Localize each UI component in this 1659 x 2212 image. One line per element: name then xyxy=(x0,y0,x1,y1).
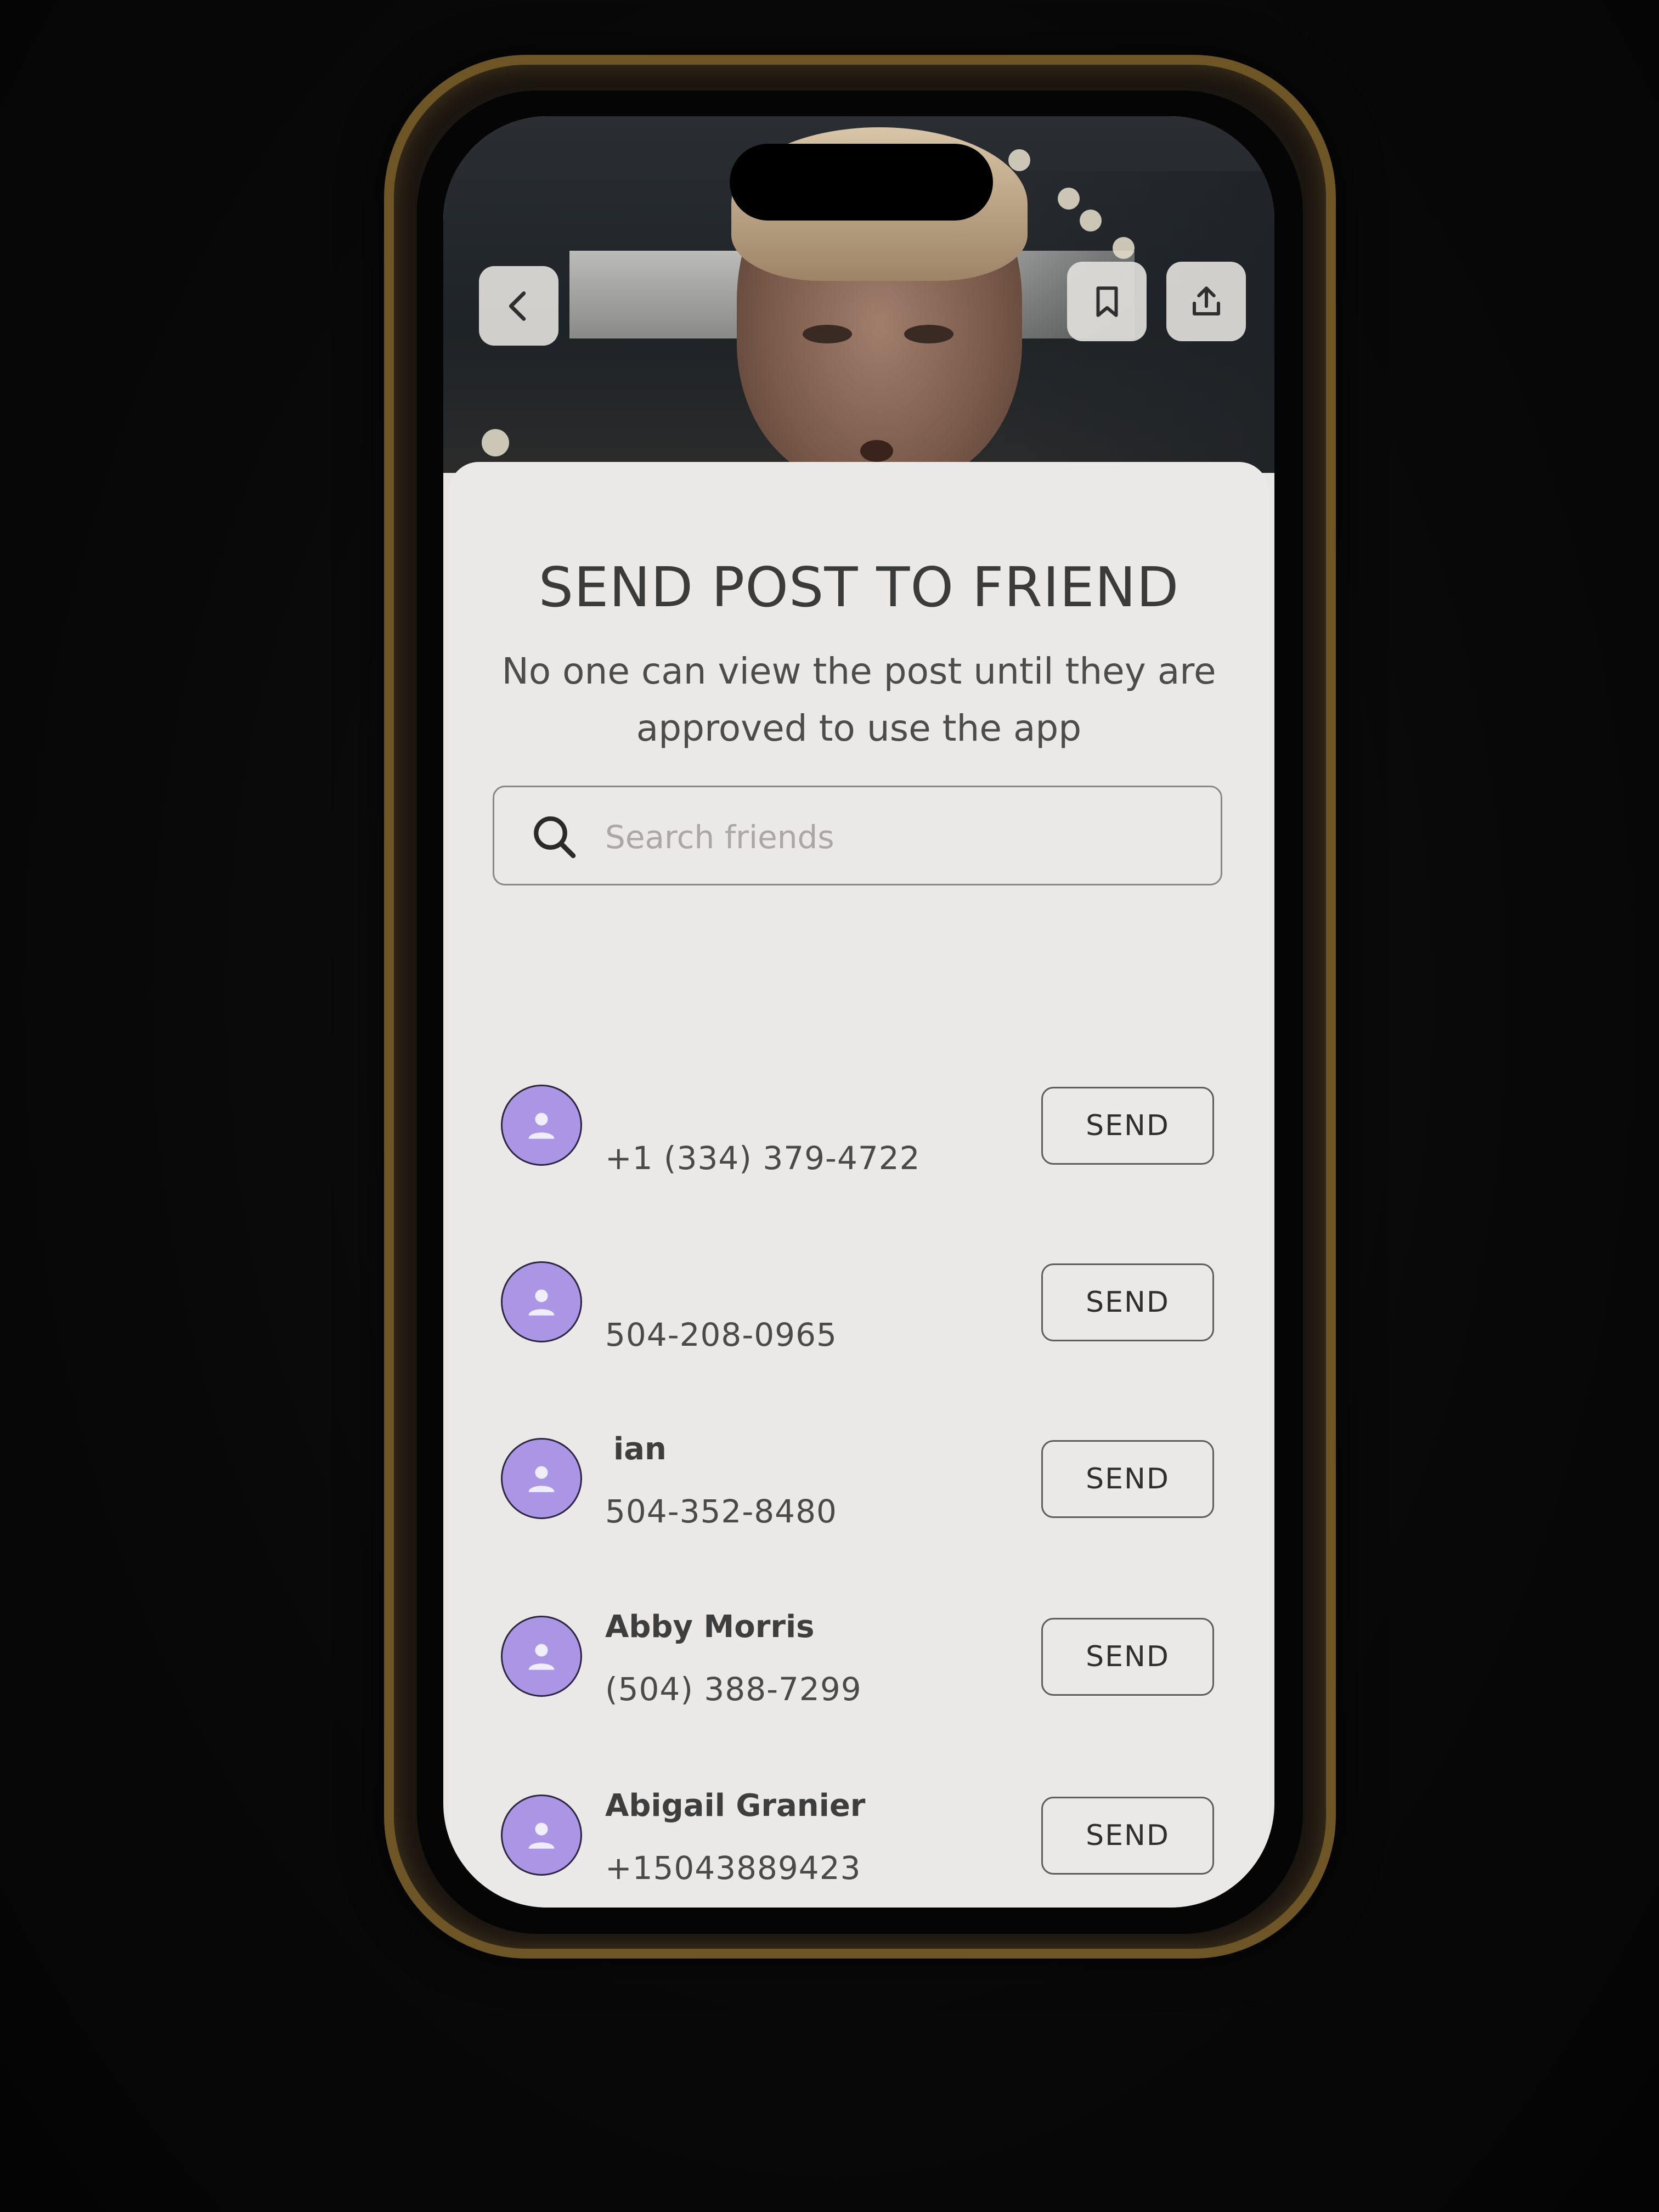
contact-row: +1 (334) 379-4722 SEND xyxy=(449,1063,1269,1189)
bookmark-button[interactable] xyxy=(1067,262,1147,341)
contact-row: Abigail Granier +15043889423 SEND xyxy=(449,1773,1269,1899)
search-input[interactable] xyxy=(604,809,1182,865)
contact-name: Abigail Granier xyxy=(605,1788,866,1824)
avatar xyxy=(501,1261,582,1342)
contact-row: 504-208-0965 SEND xyxy=(449,1239,1269,1365)
contact-phone: +1 (334) 379-4722 xyxy=(605,1139,921,1177)
bookmark-icon xyxy=(1096,286,1118,317)
photo-mouth xyxy=(860,440,893,462)
user-icon xyxy=(528,1466,555,1492)
user-icon xyxy=(528,1289,555,1316)
send-button[interactable]: SEND xyxy=(1041,1797,1214,1875)
send-button[interactable]: SEND xyxy=(1041,1087,1214,1165)
search-box[interactable] xyxy=(493,786,1222,885)
avatar xyxy=(501,1438,582,1519)
search-icon xyxy=(534,816,576,859)
contact-phone: 504-352-8480 xyxy=(605,1493,837,1530)
subtitle-line: approved to use the app xyxy=(636,707,1082,749)
share-button[interactable] xyxy=(1166,262,1246,341)
contact-phone: 504-208-0965 xyxy=(605,1316,837,1353)
send-button[interactable]: SEND xyxy=(1041,1263,1214,1341)
phone-screen: SEND POST TO FRIEND No one can view the … xyxy=(443,116,1274,1908)
chevron-left-icon xyxy=(509,291,526,321)
photo-light-dot xyxy=(1080,210,1102,232)
user-icon xyxy=(528,1822,555,1849)
contact-name: ian xyxy=(613,1431,667,1467)
photo-eye xyxy=(904,325,953,343)
avatar xyxy=(501,1616,582,1697)
back-button[interactable] xyxy=(479,266,558,346)
contact-row: ian 504-352-8480 SEND xyxy=(449,1416,1269,1542)
subtitle-line: No one can view the post until they are xyxy=(501,650,1216,692)
sheet-title: SEND POST TO FRIEND xyxy=(538,555,1180,619)
contact-name: Abby Morris xyxy=(605,1609,815,1645)
photo-light-dot xyxy=(1008,149,1030,171)
contact-phone: +15043889423 xyxy=(605,1849,861,1887)
avatar xyxy=(501,1085,582,1166)
send-button[interactable]: SEND xyxy=(1041,1440,1214,1518)
sheet-subtitle: No one can view the post until they are … xyxy=(482,643,1236,757)
dynamic-island xyxy=(730,144,993,221)
share-icon xyxy=(1192,286,1220,315)
send-to-friend-sheet: SEND POST TO FRIEND No one can view the … xyxy=(449,462,1269,1908)
avatar xyxy=(501,1795,582,1876)
contact-phone: (504) 388-7299 xyxy=(605,1671,862,1708)
photo-eye xyxy=(803,325,852,343)
photo-light-dot xyxy=(1058,188,1080,210)
user-icon xyxy=(528,1644,555,1670)
photo-light-dot xyxy=(482,429,509,456)
photo-light-dot xyxy=(1113,237,1135,259)
contact-row: Abby Morris (504) 388-7299 SEND xyxy=(449,1594,1269,1720)
user-icon xyxy=(528,1113,555,1139)
send-button[interactable]: SEND xyxy=(1041,1618,1214,1696)
